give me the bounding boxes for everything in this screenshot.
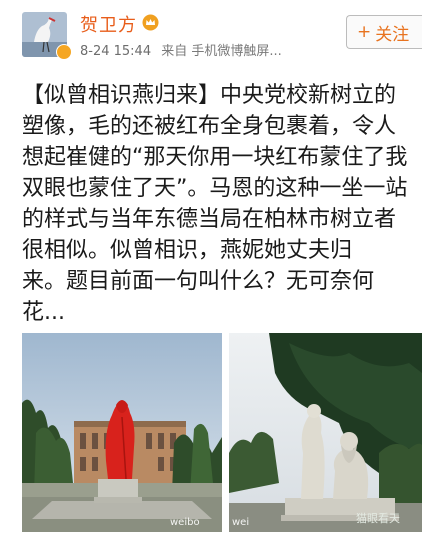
author-name[interactable]: 贺卫方 [80, 11, 137, 37]
member-crown-icon [142, 14, 159, 31]
post-timestamp: 8-24 15:44 [80, 44, 152, 59]
post-line: 来。题目前面一句叫什么？无可奈何 [22, 269, 375, 294]
watermark-weibo: weibo [170, 517, 200, 528]
follow-label: 关注 [375, 24, 410, 45]
post-line: 想起崔健的“那天你用一块红布蒙住了我 [22, 145, 408, 170]
post-header: 贺卫方 8-24 15:44 来自 手机微博触屏... + 关注 [0, 0, 422, 66]
post-source[interactable]: 来自 手机微博触屏... [161, 44, 282, 59]
photo-red-covered-statue[interactable] [22, 333, 222, 532]
verified-v-icon [56, 44, 72, 60]
plus-icon: + [357, 22, 372, 42]
watermark-weibo-2: wei [232, 517, 250, 528]
post-meta: 8-24 15:44 来自 手机微博触屏... [80, 40, 282, 59]
photo-marx-engels-statue[interactable] [229, 333, 422, 532]
post-line: 的样式与当年东德当局在柏林市树立者 [22, 207, 397, 232]
post-body: 【似曾相识燕归来】中央党校新树立的 塑像，毛的还被红布全身包裹着，令人 想起崔健的“… [22, 80, 422, 328]
watermark-account-handle: @猫眼看天 [355, 542, 405, 553]
post-line: 【似曾相识燕归来】中央党校新树立的 [22, 83, 397, 108]
post-line: 塑像，毛的还被红布全身包裹着，令人 [22, 114, 397, 139]
post-line: 很相似。似曾相识，燕妮她丈夫归 [22, 238, 353, 263]
post-line: 花... [22, 300, 65, 325]
post-line: 双眼也蒙住了天”。马恩的这种一坐一站 [22, 176, 408, 201]
watermark-account: 猫眼看天 [356, 512, 400, 525]
follow-button[interactable]: + 关注 [346, 15, 422, 49]
